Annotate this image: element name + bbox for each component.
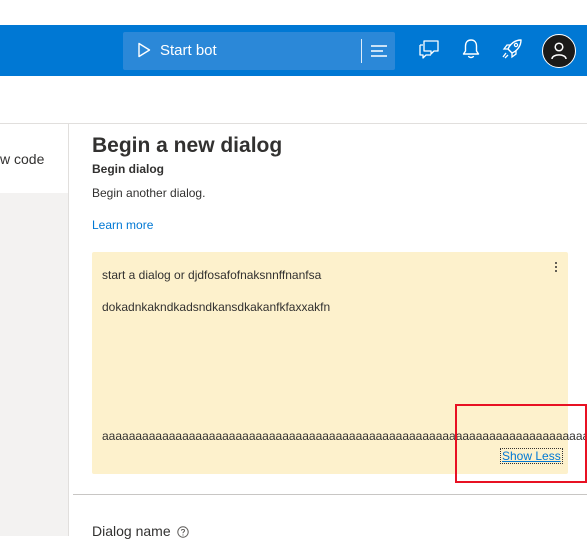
card-text-line: dokadnkakndkadsndkansdkakanfkfaxxakfn: [102, 300, 331, 314]
more-options-icon[interactable]: [553, 260, 559, 276]
start-bot-label: Start bot: [160, 42, 217, 59]
button-divider: [361, 39, 362, 63]
dialog-name-label: Dialog name: [92, 523, 171, 539]
chat-icon[interactable]: [418, 38, 440, 65]
menu-icon[interactable]: [370, 43, 388, 64]
section-divider: [73, 494, 587, 495]
highlight-box: [455, 404, 587, 483]
play-icon: [137, 42, 151, 63]
rocket-icon[interactable]: [500, 38, 524, 65]
learn-more-link[interactable]: Learn more: [92, 218, 153, 232]
page-title: Begin a new dialog: [92, 134, 283, 157]
pane-divider[interactable]: [68, 124, 69, 536]
user-avatar-icon[interactable]: [542, 34, 576, 68]
left-nav-item-code[interactable]: w code: [0, 124, 68, 193]
header-divider: [0, 123, 587, 124]
bell-icon[interactable]: [461, 38, 481, 65]
start-bot-button[interactable]: Start bot: [123, 32, 395, 70]
card-text-line: start a dialog or djdfosafofnaksnnffnanf…: [102, 268, 322, 282]
left-nav-item-label: w code: [0, 151, 45, 167]
action-subtitle: Begin dialog: [92, 162, 164, 176]
action-description: Begin another dialog.: [92, 186, 206, 200]
help-icon[interactable]: [177, 525, 189, 543]
